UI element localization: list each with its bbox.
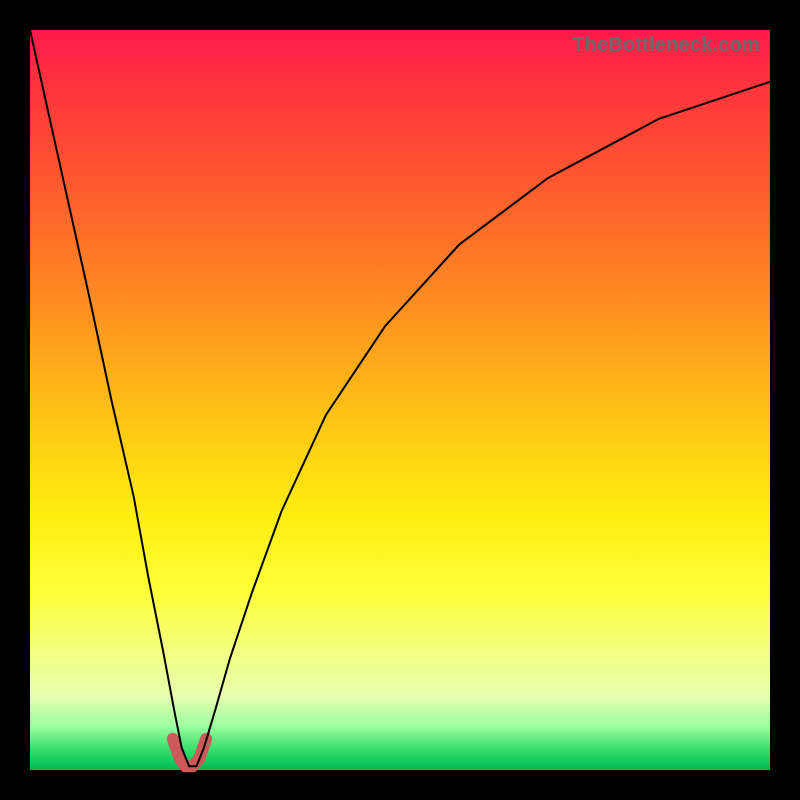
- bottleneck-curve: [30, 30, 770, 766]
- curve-layer: [30, 30, 770, 770]
- plot-area: TheBottleneck.com: [30, 30, 770, 770]
- chart-frame: TheBottleneck.com: [0, 0, 800, 800]
